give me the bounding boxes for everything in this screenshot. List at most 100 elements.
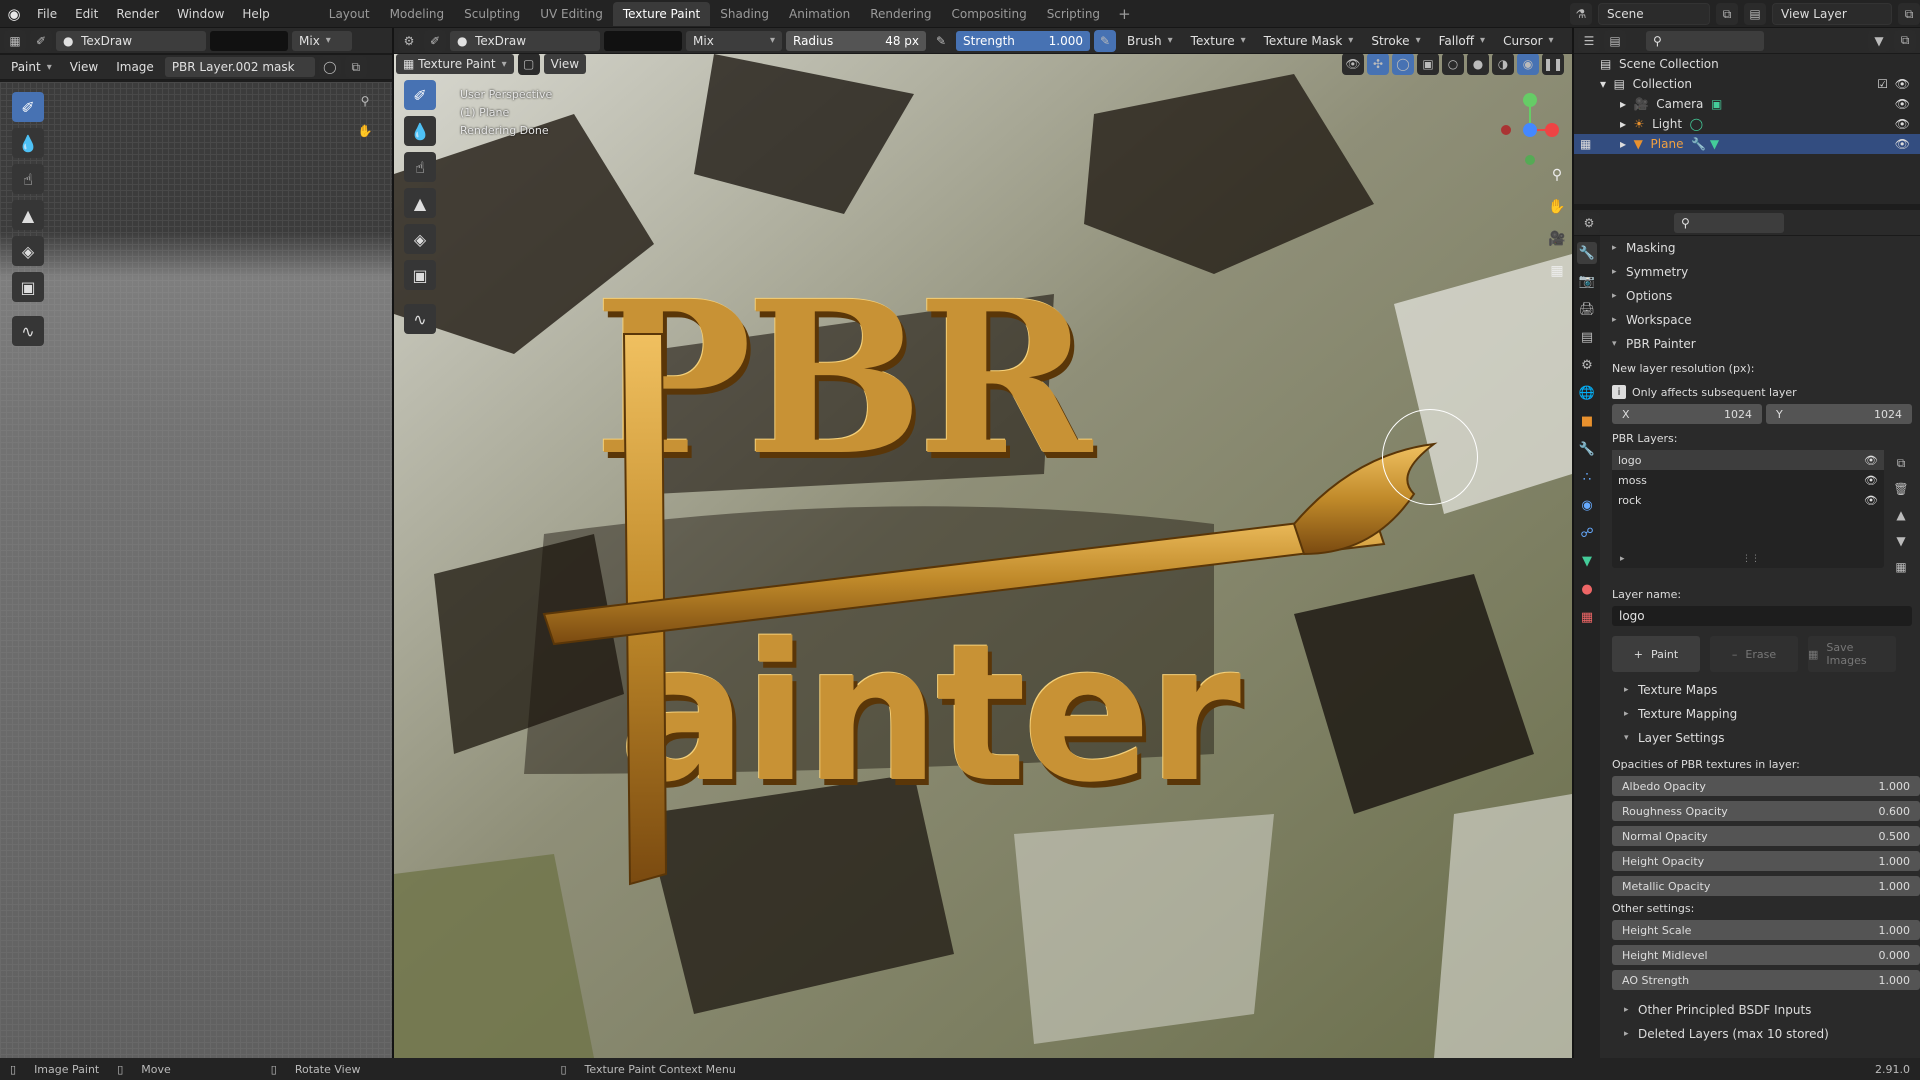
tab-animation[interactable]: Animation xyxy=(779,2,860,26)
vp-brush-tool-icon[interactable]: ✐ xyxy=(424,29,446,52)
modifier-tab-icon[interactable]: 🔧 xyxy=(1577,438,1597,460)
height-midlevel-field[interactable]: Height Midlevel 0.000 xyxy=(1612,945,1920,965)
tab-sculpting[interactable]: Sculpting xyxy=(454,2,530,26)
vp-annotate-tool-icon[interactable]: ∿ xyxy=(404,304,436,334)
mask-tool-icon[interactable]: ▣ xyxy=(12,272,44,302)
view-menu[interactable]: View xyxy=(63,57,105,77)
scene-tab-icon[interactable]: ⚙ xyxy=(1577,354,1597,376)
height-opacity-field[interactable]: Height Opacity 1.000 xyxy=(1612,851,1920,871)
radius-field[interactable]: Radius 48 px xyxy=(786,30,926,51)
panel-options[interactable]: ▸ Options xyxy=(1612,284,1920,308)
overlay-toggle-icon[interactable]: ◯ xyxy=(1392,54,1414,75)
modifier-icon[interactable]: 🔧 xyxy=(1691,137,1706,151)
world-tab-icon[interactable]: 🌐 xyxy=(1577,382,1597,404)
ortho-grid-icon[interactable]: ▦ xyxy=(1546,260,1568,282)
collapse-arrow-icon[interactable]: ▸ xyxy=(1620,137,1626,151)
new-image-icon[interactable]: ⧉ xyxy=(344,56,367,78)
panel-deleted-layers[interactable]: ▸ Deleted Layers (max 10 stored) xyxy=(1624,1022,1920,1046)
layer-image-icon[interactable]: ▦ xyxy=(1890,556,1912,578)
vp-blend-dropdown[interactable]: Mix xyxy=(686,30,782,51)
editor-type-icon[interactable]: ▦ xyxy=(4,29,26,52)
blender-logo-icon[interactable]: ◉ xyxy=(0,0,28,28)
vp-soften-tool-icon[interactable]: 💧 xyxy=(404,116,436,146)
wireframe-shading-icon[interactable]: ○ xyxy=(1442,54,1464,75)
filter-icon[interactable]: ▼ xyxy=(1868,29,1890,52)
outliner-light[interactable]: ▸ ☀ Light ◯ 👁 xyxy=(1574,114,1920,134)
annotate-tool-icon[interactable]: ∿ xyxy=(12,316,44,346)
layer-name-input[interactable]: logo xyxy=(1612,606,1912,626)
outliner-plane[interactable]: ▦ ▸ ▼ Plane 🔧 ▼ 👁 xyxy=(1574,134,1920,154)
metallic-opacity-field[interactable]: Metallic Opacity 1.000 xyxy=(1612,876,1920,896)
viewport-editor-type-icon[interactable]: ⚙ xyxy=(398,29,420,52)
strength-pressure-icon[interactable]: ✎ xyxy=(1094,29,1116,52)
menu-file[interactable]: File xyxy=(28,0,66,28)
outliner-collection[interactable]: ▾ ▤ Collection ☑ 👁 xyxy=(1574,74,1920,94)
pause-render-icon[interactable]: ❚❚ xyxy=(1542,54,1564,75)
render-tab-icon[interactable]: 📷 xyxy=(1577,270,1597,292)
collapse-arrow-icon[interactable]: ▸ xyxy=(1620,117,1626,131)
new-view-layer-icon[interactable]: ⧉ xyxy=(1898,3,1920,25)
particles-tab-icon[interactable]: ∴ xyxy=(1577,466,1597,488)
color-swatch[interactable] xyxy=(210,30,288,51)
material-shading-icon[interactable]: ◑ xyxy=(1492,54,1514,75)
outliner-type-icon[interactable]: ☰ xyxy=(1578,29,1600,52)
menu-stroke[interactable]: Stroke xyxy=(1364,31,1427,51)
solid-shading-icon[interactable]: ● xyxy=(1467,54,1489,75)
menu-help[interactable]: Help xyxy=(233,0,278,28)
properties-type-icon[interactable]: ⚙ xyxy=(1578,211,1600,234)
display-mode-icon[interactable]: ▤ xyxy=(1604,29,1626,52)
tab-shading[interactable]: Shading xyxy=(710,2,779,26)
save-images-button[interactable]: ▦ Save Images xyxy=(1808,636,1896,672)
scene-icon[interactable]: ⚗ xyxy=(1570,3,1592,25)
constraints-tab-icon[interactable]: ☍ xyxy=(1577,522,1597,544)
draw-tool-icon[interactable]: ✐ xyxy=(12,92,44,122)
panel-workspace[interactable]: ▸ Workspace xyxy=(1612,308,1920,332)
eye-icon[interactable]: 👁 xyxy=(1864,494,1878,507)
soften-tool-icon[interactable]: 💧 xyxy=(12,128,44,158)
move-down-icon[interactable]: ▼ xyxy=(1890,530,1912,552)
vp-draw-tool-icon[interactable]: ✐ xyxy=(404,80,436,110)
menu-window[interactable]: Window xyxy=(168,0,233,28)
radius-pressure-icon[interactable]: ✎ xyxy=(930,29,952,52)
vp-color-swatch[interactable] xyxy=(604,30,682,51)
rendered-shading-icon[interactable]: ◉ xyxy=(1517,54,1539,75)
light-data-icon[interactable]: ◯ xyxy=(1690,117,1703,131)
smear-tool-icon[interactable]: ☝ xyxy=(12,164,44,194)
add-layer-icon[interactable]: ⧉ xyxy=(1890,452,1912,474)
mesh-data-icon[interactable]: ▼ xyxy=(1710,137,1719,151)
menu-texture[interactable]: Texture xyxy=(1184,31,1253,51)
list-options-arrow-icon[interactable]: ▸ xyxy=(1620,554,1625,564)
add-workspace-icon[interactable]: + xyxy=(1110,5,1139,23)
object-tab-icon[interactable]: ■ xyxy=(1577,410,1597,432)
view-object-types-icon[interactable]: 👁 xyxy=(1342,54,1364,75)
eye-icon[interactable]: 👁 xyxy=(1895,137,1910,151)
ao-strength-field[interactable]: AO Strength 1.000 xyxy=(1612,970,1920,990)
list-resize-handle-icon[interactable]: ⋮⋮ xyxy=(1742,554,1760,564)
outliner-search-input[interactable]: ⚲ xyxy=(1646,30,1764,51)
data-tab-icon[interactable]: ▼ xyxy=(1577,550,1597,572)
camera-view-icon[interactable]: 🎥 xyxy=(1546,228,1568,250)
layer-item-rock[interactable]: rock 👁 xyxy=(1612,490,1884,510)
tab-scripting[interactable]: Scripting xyxy=(1037,2,1110,26)
vp-zoom-icon[interactable]: ⚲ xyxy=(1546,164,1568,186)
collapse-arrow-icon[interactable]: ▸ xyxy=(1620,97,1626,111)
vp-mask-tool-icon[interactable]: ▣ xyxy=(404,260,436,290)
tab-compositing[interactable]: Compositing xyxy=(941,2,1036,26)
brush-name-field[interactable]: ● TexDraw xyxy=(56,30,206,51)
normal-opacity-field[interactable]: Normal Opacity 0.500 xyxy=(1612,826,1920,846)
tab-layout[interactable]: Layout xyxy=(319,2,380,26)
camera-data-icon[interactable]: ▣ xyxy=(1711,97,1722,111)
vp-fill-tool-icon[interactable]: ◈ xyxy=(404,224,436,254)
fill-tool-icon[interactable]: ◈ xyxy=(12,236,44,266)
tab-rendering[interactable]: Rendering xyxy=(860,2,941,26)
layer-item-logo[interactable]: logo 👁 xyxy=(1612,450,1884,470)
tab-texture-paint[interactable]: Texture Paint xyxy=(612,1,711,26)
vp-clone-tool-icon[interactable]: ▲ xyxy=(404,188,436,218)
zoom-icon[interactable]: ⚲ xyxy=(354,90,376,112)
image-editor-canvas[interactable]: ✐ 💧 ☝ ▲ ◈ ▣ ∿ ⚲ ✋ xyxy=(0,82,392,1058)
erase-button[interactable]: – Erase xyxy=(1710,636,1798,672)
vp-smear-tool-icon[interactable]: ☝ xyxy=(404,152,436,182)
navigation-gizmo[interactable] xyxy=(1500,90,1560,170)
roughness-opacity-field[interactable]: Roughness Opacity 0.600 xyxy=(1612,801,1920,821)
image-name-field[interactable]: PBR Layer.002 mask xyxy=(164,57,315,77)
